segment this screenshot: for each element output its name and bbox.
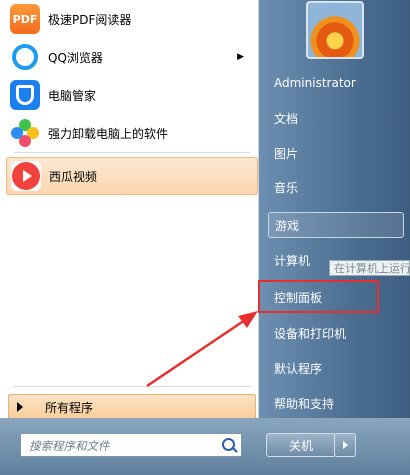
search-input[interactable]: 搜索程序和文件 xyxy=(29,438,110,454)
shutdown-options-arrow-icon[interactable] xyxy=(334,433,356,457)
annotation-arrow xyxy=(146,311,258,388)
search-icon[interactable] xyxy=(222,438,235,451)
shutdown-button[interactable]: 关机 xyxy=(266,433,336,457)
start-menu: PDF 极速PDF阅读器 QQ浏览器 ▶ 电脑管家 强力卸载电脑上的软件 西瓜视… xyxy=(0,0,410,475)
shutdown-label: 关机 xyxy=(288,438,313,453)
search-box[interactable]: 搜索程序和文件 xyxy=(20,433,242,457)
